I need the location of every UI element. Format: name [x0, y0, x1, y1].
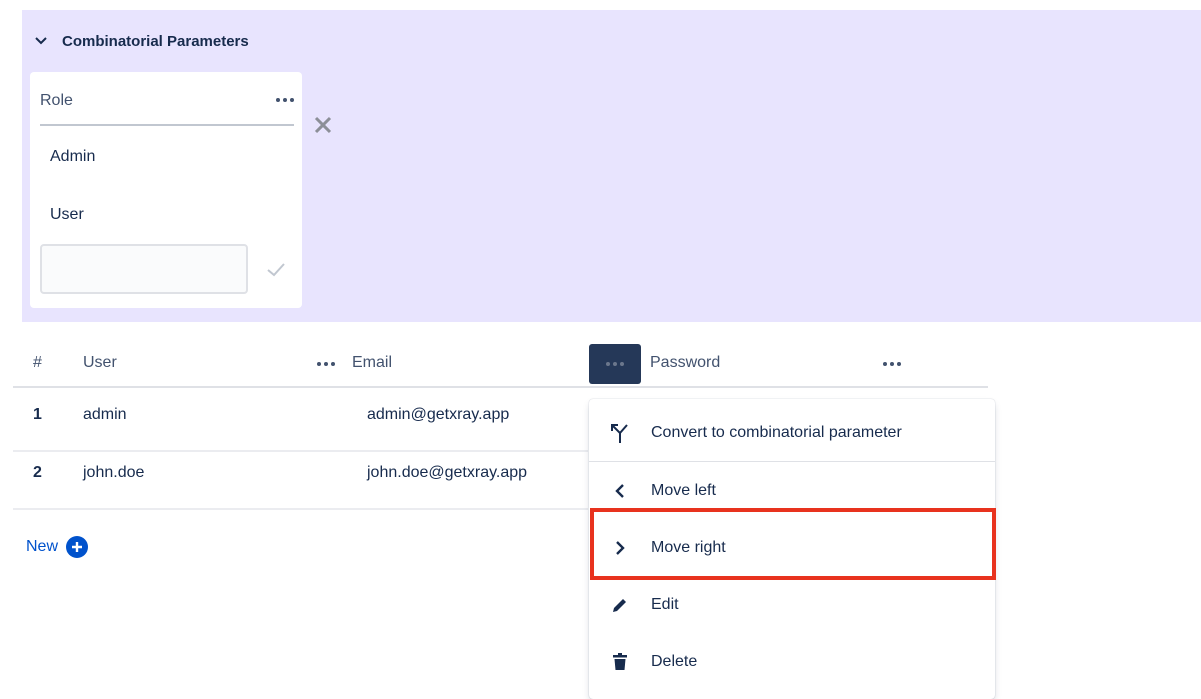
combinatorial-icon: [609, 422, 631, 444]
parameter-header: Role: [40, 90, 294, 126]
menu-item-move-left[interactable]: Move left: [589, 463, 995, 519]
combinatorial-parameters-panel: Combinatorial Parameters Role Admin User: [22, 10, 1201, 322]
column-header-email: Email: [352, 354, 393, 371]
combinatorial-title: Combinatorial Parameters: [62, 32, 249, 50]
row-user: admin: [83, 406, 127, 423]
table-row[interactable]: 1 admin admin@getxray.app: [13, 392, 588, 452]
row-user: john.doe: [83, 464, 145, 481]
chevron-right-icon: [609, 537, 631, 559]
column-header-password: Password: [650, 354, 721, 371]
password-column-more-icon[interactable]: [883, 354, 901, 374]
pencil-icon: [609, 594, 631, 616]
parameter-name: Role: [40, 92, 73, 109]
row-number: 1: [33, 406, 42, 423]
menu-item-edit[interactable]: Edit: [589, 577, 995, 633]
email-column-more-button[interactable]: [589, 344, 641, 384]
column-header-index: #: [33, 354, 42, 371]
column-context-menu: Convert to combinatorial parameter Move …: [589, 399, 995, 699]
menu-item-label: Move right: [651, 539, 726, 556]
row-number: 2: [33, 464, 42, 481]
new-row-button[interactable]: New: [26, 536, 89, 558]
user-column-more-icon[interactable]: [317, 354, 335, 374]
menu-item-label: Convert to combinatorial parameter: [651, 424, 902, 441]
menu-divider: [589, 461, 995, 462]
new-value-input[interactable]: [40, 244, 248, 294]
row-email: admin@getxray.app: [367, 406, 510, 423]
row-email: john.doe@getxray.app: [367, 464, 528, 481]
menu-item-label: Move left: [651, 482, 716, 499]
parameter-card: Role Admin User: [30, 72, 302, 308]
chevron-left-icon: [609, 480, 631, 502]
parameter-value-admin: Admin: [50, 148, 96, 165]
more-icon: [606, 354, 624, 374]
close-icon[interactable]: [312, 114, 334, 136]
menu-item-label: Edit: [651, 596, 679, 613]
chevron-down-icon: [32, 32, 50, 50]
new-row-label: New: [26, 538, 59, 555]
menu-item-delete[interactable]: Delete: [589, 634, 995, 690]
menu-item-convert[interactable]: Convert to combinatorial parameter: [589, 405, 995, 461]
menu-item-label: Delete: [651, 653, 698, 670]
parameter-value-user: User: [50, 206, 84, 223]
trash-icon: [609, 651, 631, 673]
combinatorial-toggle[interactable]: Combinatorial Parameters: [32, 32, 249, 50]
menu-item-move-right[interactable]: Move right: [589, 520, 995, 576]
plus-icon: [66, 536, 89, 558]
column-header-user: User: [83, 354, 117, 371]
check-icon[interactable]: [266, 262, 286, 278]
table-row[interactable]: 2 john.doe john.doe@getxray.app: [13, 450, 588, 510]
parameter-more-icon[interactable]: [276, 90, 294, 110]
table-header: # User Email Password: [13, 340, 988, 388]
